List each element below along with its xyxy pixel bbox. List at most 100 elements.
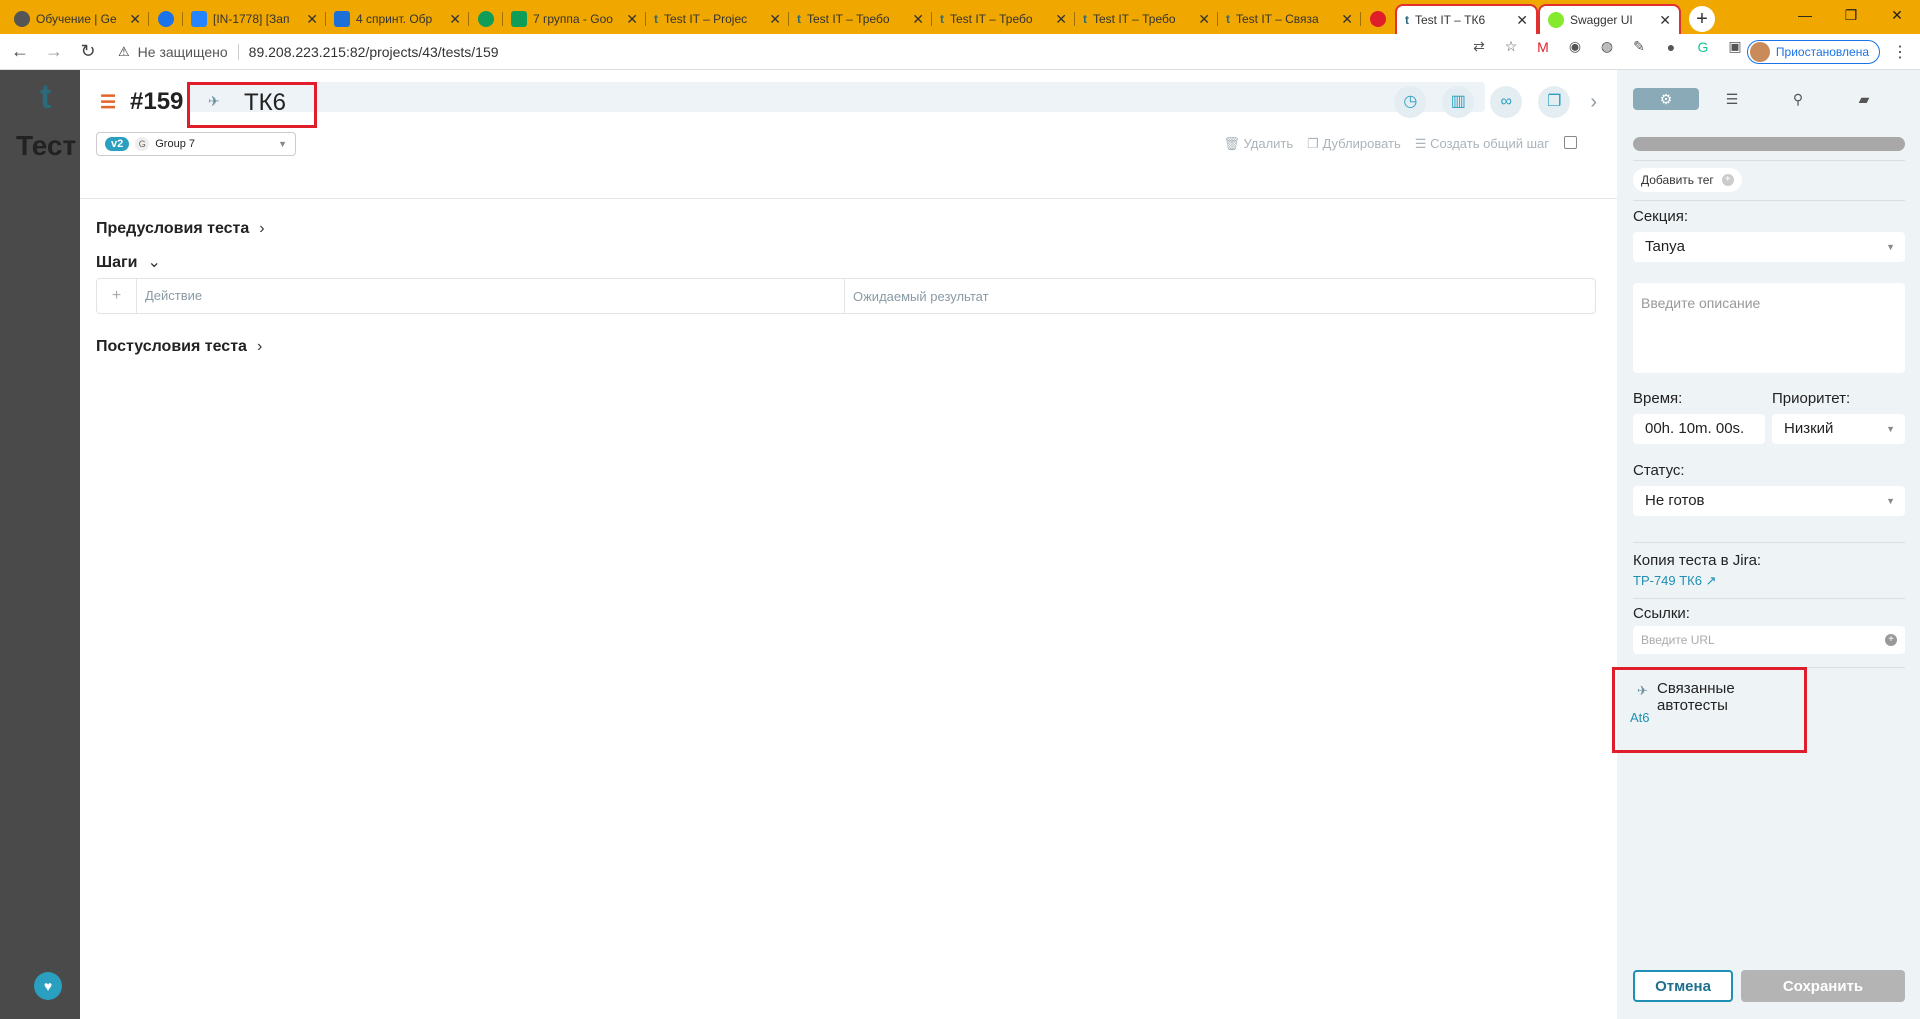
tab-close-icon[interactable]: ✕ — [1055, 11, 1067, 28]
new-tab-button[interactable]: + — [1689, 6, 1715, 32]
browser-tab[interactable]: t Test IT – Требо ✕ — [1075, 4, 1218, 34]
translate-icon[interactable]: ⇄ — [1470, 38, 1488, 55]
extension-icon[interactable]: ◍ — [1598, 38, 1616, 55]
time-input[interactable]: 00h. 10m. 00s. — [1633, 414, 1765, 444]
restore-icon[interactable]: ❐ — [1828, 0, 1874, 30]
panel-tabs: ⚙ ☰ ⚲ ▰ — [1633, 88, 1897, 110]
jira-link-text: TP-749 ТК6 — [1633, 573, 1702, 588]
cancel-button[interactable]: Отмена — [1633, 970, 1733, 1002]
forward-icon[interactable]: → — [40, 41, 68, 62]
autotest-pin-icon: ✈ — [208, 93, 220, 109]
description-field[interactable]: Введите описание — [1633, 283, 1905, 373]
heart-icon[interactable]: ♥ — [34, 972, 62, 1000]
linked-autotests-label: Связанные автотесты — [1657, 680, 1735, 714]
priority-select[interactable]: Низкий ▼ — [1772, 414, 1905, 444]
tab-close-icon[interactable]: ✕ — [449, 11, 461, 28]
tab-close-icon[interactable]: ✕ — [306, 11, 318, 28]
browser-tab[interactable]: t Test IT – Связа ✕ — [1218, 4, 1361, 34]
chevron-down-icon: ▼ — [1886, 424, 1895, 434]
tab-close-icon[interactable]: ✕ — [769, 11, 781, 28]
browser-tab[interactable]: 7 группа - Goo ✕ — [503, 4, 646, 34]
profile-status: Приостановлена — [1775, 45, 1869, 59]
title-field-bg[interactable] — [187, 82, 1485, 112]
tab-favicon-icon: t — [1226, 12, 1230, 26]
browser-tab[interactable]: t Test IT – Требо ✕ — [932, 4, 1075, 34]
browser-toolbar: ← → ↻ ⚠ Не защищено 89.208.223.215:82/pr… — [0, 34, 1920, 70]
add-url-icon[interactable]: + — [1885, 634, 1897, 646]
url-input[interactable]: Введите URL + — [1633, 626, 1905, 654]
browser-tab[interactable] — [149, 4, 183, 34]
browser-tab[interactable]: [IN-1778] [Зап ✕ — [183, 4, 326, 34]
browser-tab[interactable] — [1361, 4, 1395, 34]
insecure-label: Не защищено — [137, 44, 228, 60]
extension-icon[interactable]: ✎ — [1630, 38, 1648, 55]
attachment-tab-icon[interactable]: ⚲ — [1765, 88, 1831, 110]
create-shared-step-button[interactable]: ☰ Создать общий шаг — [1415, 136, 1549, 152]
section-select[interactable]: Tanya ▼ — [1633, 232, 1905, 262]
close-window-icon[interactable]: ✕ — [1874, 0, 1920, 30]
chevron-right-icon[interactable]: › — [1590, 91, 1597, 114]
tab-close-icon[interactable]: ✕ — [626, 11, 638, 28]
tab-favicon-icon: t — [1405, 13, 1409, 27]
tab-favicon-icon: t — [940, 12, 944, 26]
copy-icon[interactable]: ❐ — [1538, 86, 1571, 118]
comments-tab-icon[interactable]: ▰ — [1831, 88, 1897, 110]
browser-tab[interactable]: Swagger UI ✕ — [1538, 4, 1681, 34]
step-result-input[interactable]: Ожидаемый результат — [845, 289, 989, 304]
select-checkbox[interactable] — [1564, 136, 1577, 149]
browser-tab[interactable]: t Test IT – Projec ✕ — [646, 4, 789, 34]
tab-title: 4 спринт. Обр — [356, 12, 433, 26]
tab-title: Swagger UI — [1570, 13, 1633, 27]
tab-favicon-icon — [1370, 11, 1386, 27]
menu-icon[interactable]: ⋮ — [1892, 42, 1908, 62]
extension-icon[interactable]: ▣ — [1726, 38, 1744, 55]
browser-tab[interactable]: 4 спринт. Обр ✕ — [326, 4, 469, 34]
duplicate-button[interactable]: ❐ Дублировать — [1307, 136, 1401, 152]
browser-tab[interactable]: Обучение | Ge ✕ — [6, 4, 149, 34]
grammarly-icon[interactable]: G — [1694, 39, 1712, 55]
status-select[interactable]: Не готов ▼ — [1633, 486, 1905, 516]
browser-tab[interactable] — [469, 4, 503, 34]
steps-section[interactable]: Шаги ⌄ — [96, 252, 161, 272]
plus-icon: + — [1721, 174, 1734, 186]
browser-tab[interactable]: t Test IT – Требо ✕ — [789, 4, 932, 34]
window-controls: — ❐ ✕ — [1782, 0, 1920, 30]
reload-icon[interactable]: ↻ — [74, 41, 102, 62]
extension-icon[interactable]: ● — [1662, 39, 1680, 55]
settings-tab-icon[interactable]: ⚙ — [1633, 88, 1699, 110]
address-bar[interactable]: ⚠ Не защищено 89.208.223.215:82/projects… — [110, 38, 1360, 66]
browser-tab-active[interactable]: t Test IT – ТК6 ✕ — [1395, 4, 1538, 34]
tab-close-icon[interactable]: ✕ — [912, 11, 924, 28]
version-select[interactable]: v2 G Group 7 ▼ — [96, 132, 296, 156]
delete-button[interactable]: 🗑 Удалить — [1223, 136, 1293, 152]
tab-favicon-icon: t — [654, 12, 658, 26]
minimize-icon[interactable]: — — [1782, 0, 1828, 30]
profile-button[interactable]: Приостановлена — [1746, 40, 1880, 64]
add-tag-button[interactable]: Добавить тег + — [1633, 168, 1742, 192]
test-case-editor: ☰ #159 ✈ ТК6 ◷ ▥ ∞ ❐ › v2 G Group 7 ▼ 🗑 … — [80, 70, 1617, 1019]
title-input[interactable]: ✈ ТК6 — [187, 82, 317, 128]
save-button[interactable]: Сохранить — [1741, 970, 1905, 1002]
back-icon[interactable]: ← — [6, 41, 34, 62]
list-tab-icon[interactable]: ☰ — [1699, 88, 1765, 110]
book-icon[interactable]: ▥ — [1442, 86, 1475, 118]
tab-close-icon[interactable]: ✕ — [1516, 12, 1528, 29]
divider — [1633, 160, 1905, 161]
tab-close-icon[interactable]: ✕ — [1341, 11, 1353, 28]
jira-link[interactable]: TP-749 ТК6 ↗ — [1633, 573, 1717, 589]
tab-close-icon[interactable]: ✕ — [129, 11, 141, 28]
autotest-link[interactable]: At6 — [1630, 710, 1650, 725]
history-icon[interactable]: ◷ — [1394, 86, 1427, 118]
delete-label: Удалить — [1243, 136, 1294, 151]
preconditions-section[interactable]: Предусловия теста › — [96, 220, 265, 238]
link-icon[interactable]: ∞ — [1490, 86, 1523, 118]
extension-icon[interactable]: ◉ — [1566, 38, 1584, 55]
tab-close-icon[interactable]: ✕ — [1198, 11, 1210, 28]
gmail-icon[interactable]: M — [1534, 39, 1552, 55]
step-action-input[interactable]: Действие — [137, 279, 845, 313]
tab-close-icon[interactable]: ✕ — [1659, 12, 1671, 29]
add-step-button[interactable]: + — [97, 279, 137, 313]
bookmark-star-icon[interactable]: ☆ — [1502, 38, 1520, 55]
jira-label: Копия теста в Jira: — [1633, 552, 1762, 569]
postconditions-section[interactable]: Постусловия теста › — [96, 338, 262, 356]
